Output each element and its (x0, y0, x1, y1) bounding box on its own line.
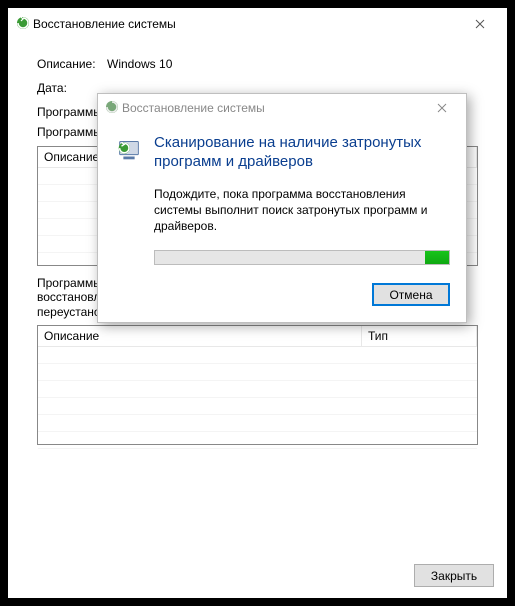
table-row (38, 364, 477, 381)
table-row (38, 398, 477, 415)
table-row (38, 432, 477, 449)
progress-bar (154, 250, 450, 265)
dialog-titlebar: Восстановление системы (98, 94, 466, 122)
main-footer: Закрыть (414, 564, 494, 587)
restore-point-icon (114, 134, 144, 172)
main-window-title: Восстановление системы (31, 17, 460, 31)
progress-dialog: Восстановление системы Сканирование на н… (97, 93, 467, 323)
dialog-body: Сканирование на наличие затронутых прогр… (98, 122, 466, 322)
dialog-title: Восстановление системы (120, 101, 422, 115)
dialog-heading: Сканирование на наличие затронутых прогр… (154, 134, 450, 172)
system-restore-icon (104, 99, 120, 118)
table-row (38, 381, 477, 398)
dialog-text: Подождите, пока программа восстановления… (154, 186, 450, 235)
system-restore-icon (15, 15, 31, 34)
main-close-button[interactable] (460, 10, 500, 38)
description-value: Windows 10 (107, 57, 172, 71)
progress-fill (425, 251, 449, 264)
table-row (38, 347, 477, 364)
description-label: Описание: (37, 57, 107, 71)
table-header: Описание Тип (38, 326, 477, 347)
cancel-button[interactable]: Отмена (372, 283, 450, 306)
main-titlebar: Восстановление системы (9, 9, 506, 39)
table-row (38, 415, 477, 432)
dialog-close-button[interactable] (422, 95, 462, 121)
col-description[interactable]: Описание (38, 326, 362, 346)
col-type[interactable]: Тип (362, 326, 477, 346)
restored-programs-table: Описание Тип (37, 325, 478, 445)
close-button[interactable]: Закрыть (414, 564, 494, 587)
